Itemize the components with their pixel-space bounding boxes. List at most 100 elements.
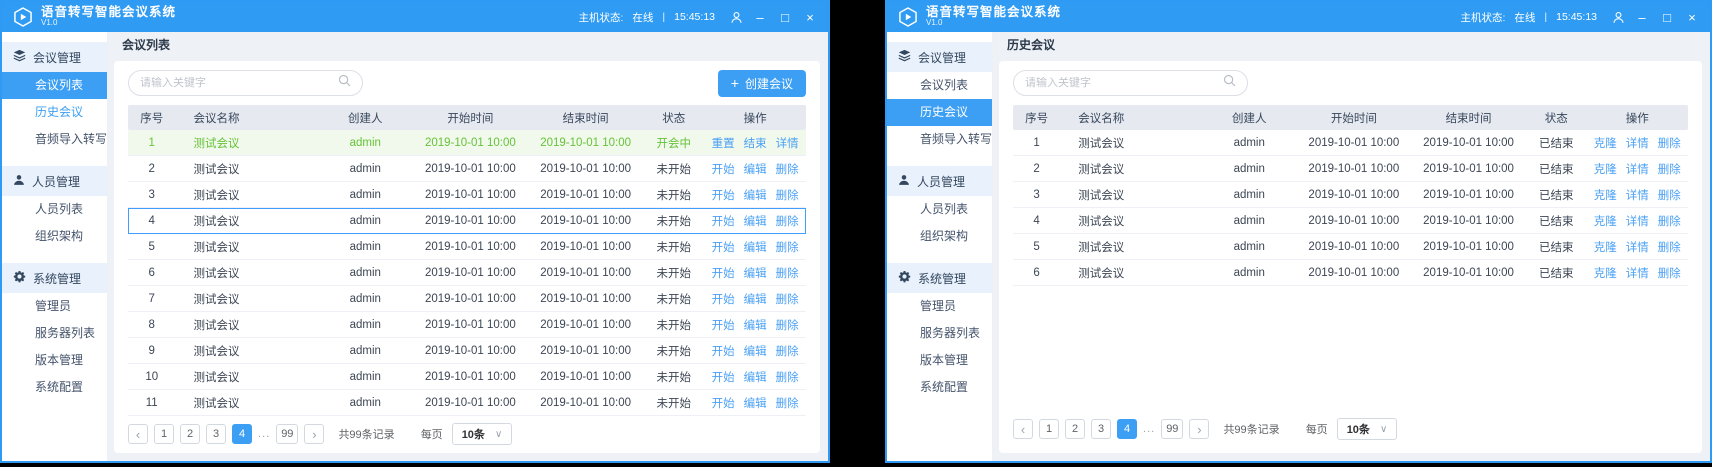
prev-page-button[interactable]: ‹ bbox=[128, 424, 148, 444]
table-row[interactable]: 1测试会议admin2019-10-01 10:002019-10-01 10:… bbox=[128, 130, 806, 156]
sidebar-item-音频导入转写[interactable]: 音频导入转写 bbox=[887, 126, 992, 153]
sidebar-item-会议列表[interactable]: 会议列表 bbox=[887, 72, 992, 99]
sidebar-group-header[interactable]: 系统管理 bbox=[887, 263, 992, 293]
search-input[interactable] bbox=[1025, 77, 1223, 89]
action-link-克隆[interactable]: 克隆 bbox=[1594, 161, 1617, 177]
action-link-编辑[interactable]: 编辑 bbox=[744, 395, 767, 411]
sidebar-item-服务器列表[interactable]: 服务器列表 bbox=[887, 320, 992, 347]
sidebar-item-系统配置[interactable]: 系统配置 bbox=[887, 374, 992, 401]
maximize-button[interactable]: □ bbox=[777, 11, 793, 24]
action-link-开始[interactable]: 开始 bbox=[712, 343, 735, 359]
table-row[interactable]: 8测试会议admin2019-10-01 10:002019-10-01 10:… bbox=[128, 312, 806, 338]
action-link-开始[interactable]: 开始 bbox=[712, 395, 735, 411]
sidebar-item-管理员[interactable]: 管理员 bbox=[2, 293, 107, 320]
action-link-删除[interactable]: 删除 bbox=[776, 369, 799, 385]
action-link-删除[interactable]: 删除 bbox=[776, 343, 799, 359]
action-link-删除[interactable]: 删除 bbox=[776, 161, 799, 177]
action-link-详情[interactable]: 详情 bbox=[1626, 135, 1649, 151]
action-link-详情[interactable]: 详情 bbox=[1626, 213, 1649, 229]
page-button-1[interactable]: 1 bbox=[1039, 419, 1059, 439]
action-link-删除[interactable]: 删除 bbox=[776, 291, 799, 307]
action-link-删除[interactable]: 删除 bbox=[776, 187, 799, 203]
prev-page-button[interactable]: ‹ bbox=[1013, 419, 1033, 439]
maximize-button[interactable]: □ bbox=[1659, 11, 1675, 24]
action-link-编辑[interactable]: 编辑 bbox=[744, 291, 767, 307]
close-button[interactable]: × bbox=[802, 11, 818, 24]
action-link-克隆[interactable]: 克隆 bbox=[1594, 265, 1617, 281]
action-link-删除[interactable]: 删除 bbox=[776, 239, 799, 255]
page-button-4[interactable]: 4 bbox=[232, 424, 252, 444]
page-size-select[interactable]: 10条∨ bbox=[1337, 418, 1398, 440]
action-link-编辑[interactable]: 编辑 bbox=[744, 161, 767, 177]
table-row[interactable]: 3测试会议admin2019-10-01 10:002019-10-01 10:… bbox=[128, 182, 806, 208]
action-link-详情[interactable]: 详情 bbox=[1626, 239, 1649, 255]
action-link-开始[interactable]: 开始 bbox=[712, 213, 735, 229]
page-button-2[interactable]: 2 bbox=[1065, 419, 1085, 439]
action-link-编辑[interactable]: 编辑 bbox=[744, 343, 767, 359]
action-link-开始[interactable]: 开始 bbox=[712, 369, 735, 385]
action-link-开始[interactable]: 开始 bbox=[712, 239, 735, 255]
action-link-删除[interactable]: 删除 bbox=[1658, 135, 1681, 151]
next-page-button[interactable]: › bbox=[1189, 419, 1209, 439]
action-link-编辑[interactable]: 编辑 bbox=[744, 369, 767, 385]
search-icon[interactable] bbox=[1223, 74, 1236, 92]
action-link-删除[interactable]: 删除 bbox=[1658, 161, 1681, 177]
table-row[interactable]: 2测试会议admin2019-10-01 10:002019-10-01 10:… bbox=[128, 156, 806, 182]
page-button-99[interactable]: 99 bbox=[1161, 419, 1183, 439]
next-page-button[interactable]: › bbox=[304, 424, 324, 444]
action-link-删除[interactable]: 删除 bbox=[776, 213, 799, 229]
table-row[interactable]: 6测试会议admin2019-10-01 10:002019-10-01 10:… bbox=[128, 260, 806, 286]
action-link-删除[interactable]: 删除 bbox=[776, 395, 799, 411]
action-link-开始[interactable]: 开始 bbox=[712, 187, 735, 203]
table-row[interactable]: 11测试会议admin2019-10-01 10:002019-10-01 10… bbox=[128, 390, 806, 416]
table-row[interactable]: 3测试会议admin2019-10-01 10:002019-10-01 10:… bbox=[1013, 182, 1688, 208]
action-link-开始[interactable]: 开始 bbox=[712, 291, 735, 307]
action-link-编辑[interactable]: 编辑 bbox=[744, 265, 767, 281]
page-size-select[interactable]: 10条∨ bbox=[452, 423, 513, 445]
action-link-结束[interactable]: 结束 bbox=[744, 135, 767, 151]
sidebar-item-历史会议[interactable]: 历史会议 bbox=[2, 99, 107, 126]
action-link-详情[interactable]: 详情 bbox=[1626, 161, 1649, 177]
table-row[interactable]: 5测试会议admin2019-10-01 10:002019-10-01 10:… bbox=[128, 234, 806, 260]
sidebar-group-header[interactable]: 系统管理 bbox=[2, 263, 107, 293]
action-link-克隆[interactable]: 克隆 bbox=[1594, 187, 1617, 203]
action-link-删除[interactable]: 删除 bbox=[1658, 213, 1681, 229]
page-button-3[interactable]: 3 bbox=[206, 424, 226, 444]
action-link-删除[interactable]: 删除 bbox=[776, 265, 799, 281]
create-meeting-button[interactable]: + 创建会议 bbox=[718, 70, 806, 97]
sidebar-item-人员列表[interactable]: 人员列表 bbox=[887, 196, 992, 223]
page-button-1[interactable]: 1 bbox=[154, 424, 174, 444]
action-link-克隆[interactable]: 克隆 bbox=[1594, 239, 1617, 255]
sidebar-item-版本管理[interactable]: 版本管理 bbox=[2, 347, 107, 374]
sidebar-item-人员列表[interactable]: 人员列表 bbox=[2, 196, 107, 223]
action-link-详情[interactable]: 详情 bbox=[776, 135, 799, 151]
action-link-删除[interactable]: 删除 bbox=[1658, 265, 1681, 281]
sidebar-item-音频导入转写[interactable]: 音频导入转写 bbox=[2, 126, 107, 153]
page-button-3[interactable]: 3 bbox=[1091, 419, 1111, 439]
action-link-开始[interactable]: 开始 bbox=[712, 317, 735, 333]
sidebar-group-header[interactable]: 人员管理 bbox=[2, 166, 107, 196]
action-link-克隆[interactable]: 克隆 bbox=[1594, 135, 1617, 151]
action-link-删除[interactable]: 删除 bbox=[1658, 239, 1681, 255]
minimize-button[interactable]: – bbox=[1634, 11, 1650, 24]
minimize-button[interactable]: – bbox=[752, 11, 768, 24]
table-row[interactable]: 4测试会议admin2019-10-01 10:002019-10-01 10:… bbox=[128, 208, 806, 234]
table-row[interactable]: 7测试会议admin2019-10-01 10:002019-10-01 10:… bbox=[128, 286, 806, 312]
sidebar-item-组织架构[interactable]: 组织架构 bbox=[2, 223, 107, 250]
user-icon[interactable] bbox=[1612, 11, 1625, 24]
action-link-编辑[interactable]: 编辑 bbox=[744, 317, 767, 333]
table-row[interactable]: 2测试会议admin2019-10-01 10:002019-10-01 10:… bbox=[1013, 156, 1688, 182]
action-link-编辑[interactable]: 编辑 bbox=[744, 213, 767, 229]
sidebar-item-系统配置[interactable]: 系统配置 bbox=[2, 374, 107, 401]
action-link-开始[interactable]: 开始 bbox=[712, 265, 735, 281]
table-row[interactable]: 9测试会议admin2019-10-01 10:002019-10-01 10:… bbox=[128, 338, 806, 364]
search-input[interactable] bbox=[140, 77, 338, 89]
sidebar-item-会议列表[interactable]: 会议列表 bbox=[2, 72, 107, 99]
action-link-编辑[interactable]: 编辑 bbox=[744, 187, 767, 203]
page-button-99[interactable]: 99 bbox=[276, 424, 298, 444]
user-icon[interactable] bbox=[730, 11, 743, 24]
action-link-删除[interactable]: 删除 bbox=[776, 317, 799, 333]
action-link-详情[interactable]: 详情 bbox=[1626, 265, 1649, 281]
action-link-编辑[interactable]: 编辑 bbox=[744, 239, 767, 255]
sidebar-group-header[interactable]: 会议管理 bbox=[887, 42, 992, 72]
